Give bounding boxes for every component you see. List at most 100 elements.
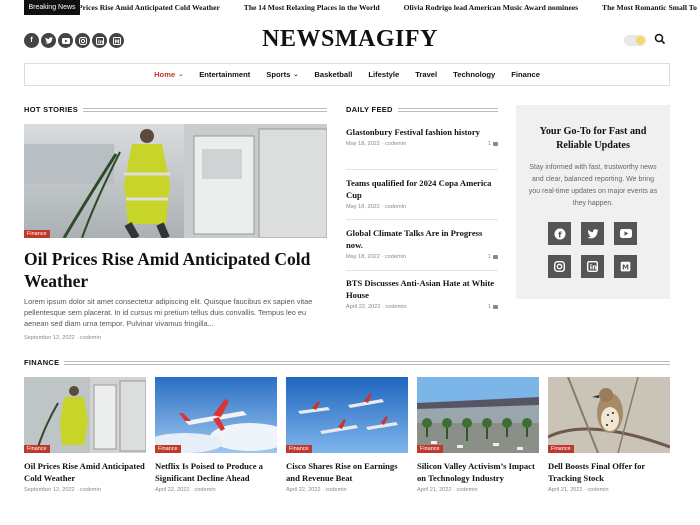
feed-item-meta: May 18, 2022 · codemin <box>346 204 407 210</box>
card-image[interactable]: Finance <box>548 377 670 453</box>
ticker-items: Oil Prices Rise Amid Anticipated Cold We… <box>66 0 700 15</box>
linkedin-icon[interactable]: in <box>581 255 604 278</box>
chevron-down-icon: ⌄ <box>178 72 184 78</box>
nav-item-travel[interactable]: Travel <box>415 70 437 79</box>
heading-rule <box>83 107 327 112</box>
nav-label: Sports <box>266 70 291 79</box>
divider <box>346 219 498 220</box>
nav-label: Lifestyle <box>368 70 400 79</box>
sidebar-social-links: f in M <box>548 222 638 278</box>
feed-item-title[interactable]: Glastonbury Festival fashion history <box>346 126 498 138</box>
category-badge[interactable]: Finance <box>155 445 181 453</box>
facebook-icon[interactable]: f <box>548 222 571 245</box>
section-title: DAILY FEED <box>346 105 393 114</box>
comment-icon <box>493 142 498 146</box>
nav-item-finance[interactable]: Finance <box>511 70 540 79</box>
category-badge[interactable]: Finance <box>286 445 312 453</box>
youtube-icon[interactable] <box>614 222 637 245</box>
hot-story-title[interactable]: Oil Prices Rise Amid Anticipated Cold We… <box>24 248 327 292</box>
nav-label: Entertainment <box>199 70 251 79</box>
heading-rule <box>397 107 498 112</box>
feed-item: Glastonbury Festival fashion history May… <box>346 126 498 147</box>
breaking-news-label: Breaking News <box>24 0 80 15</box>
nav-item-basketball[interactable]: Basketball <box>314 70 352 79</box>
feed-item-meta: April 22, 2022 · codemin <box>346 304 407 310</box>
card-meta: April 21, 2022 · codemin <box>417 487 478 493</box>
nav-label: Basketball <box>314 70 353 79</box>
nav-item-technology[interactable]: Technology <box>453 70 495 79</box>
card-meta: April 21, 2022 · codemin <box>548 487 609 493</box>
nav-item-entertainment[interactable]: Entertainment <box>199 70 250 79</box>
finance-card: Finance Cisco Shares Rise on Earnings an… <box>286 377 408 493</box>
category-badge[interactable]: Finance <box>417 445 443 453</box>
ticker-link[interactable]: Olivia Rodrigo lead American Music Award… <box>404 0 601 15</box>
feed-item: Global Climate Talks Are in Progress now… <box>346 227 498 260</box>
feed-item-meta: May 18, 2022 · codemin <box>346 254 407 260</box>
finance-card: Finance Oil Prices Rise Amid Anticipated… <box>24 377 146 493</box>
card-image[interactable]: Finance <box>24 377 146 453</box>
comment-number: 1 <box>487 254 491 260</box>
card-title[interactable]: Dell Boosts Final Offer for Tracking Sto… <box>548 461 670 484</box>
card-image[interactable]: Finance <box>155 377 277 453</box>
hot-story-image[interactable]: Finance <box>24 124 327 238</box>
nav-label: Home <box>154 70 176 79</box>
ticker-link[interactable]: The 14 Most Relaxing Places in the World <box>244 0 402 15</box>
svg-text:f: f <box>558 230 562 239</box>
card-title[interactable]: Netflix Is Poised to Produce a Significa… <box>155 461 277 484</box>
comment-count[interactable]: 1 <box>488 254 498 260</box>
comment-count[interactable]: 1 <box>488 304 498 310</box>
feed-item-title[interactable]: BTS Discusses Anti-Asian Hate at White H… <box>346 277 498 301</box>
twitter-icon[interactable] <box>581 222 604 245</box>
main-navigation: Home ⌄ Entertainment Sports ⌄ Basketball L… <box>24 63 670 86</box>
section-title: HOT STORIES <box>24 105 79 114</box>
search-icon[interactable] <box>654 33 666 45</box>
nav-item-home[interactable]: Home ⌄ <box>154 70 183 79</box>
card-meta: April 22, 2022 · codemin <box>155 487 216 493</box>
comment-number: 1 <box>487 141 491 147</box>
card-title[interactable]: Oil Prices Rise Amid Anticipated Cold We… <box>24 461 146 484</box>
sidebar-title: Your Go-To for Fast and Reliable Updates <box>539 126 647 151</box>
dark-mode-toggle[interactable] <box>624 35 646 46</box>
instagram-icon[interactable] <box>548 255 571 278</box>
finance-heading: FINANCE <box>24 358 670 367</box>
category-badge[interactable]: Finance <box>548 445 574 453</box>
hot-story-excerpt: Lorem ipsum dolor sit amet consectetur a… <box>24 297 313 328</box>
daily-feed-heading: DAILY FEED <box>346 105 498 114</box>
feed-item: BTS Discusses Anti-Asian Hate at White H… <box>346 277 498 310</box>
hot-stories-heading: HOT STORIES <box>24 105 327 114</box>
category-badge[interactable]: Finance <box>24 445 50 453</box>
sun-icon <box>636 36 645 45</box>
feed-item: Teams qualified for 2024 Copa America Cu… <box>346 177 498 210</box>
feed-item-title[interactable]: Teams qualified for 2024 Copa America Cu… <box>346 177 498 201</box>
hot-story-meta: September 12, 2022 · codemin <box>24 335 101 341</box>
card-image[interactable]: Finance <box>417 377 539 453</box>
sidebar-widget: Your Go-To for Fast and Reliable Updates… <box>516 105 670 299</box>
feed-item-title[interactable]: Global Climate Talks Are in Progress now… <box>346 227 498 251</box>
comment-count[interactable]: 1 <box>488 141 498 147</box>
card-title[interactable]: Cisco Shares Rise on Earnings and Revenu… <box>286 461 408 484</box>
ticker-link[interactable]: Oil Prices Rise Amid Anticipated Cold We… <box>66 0 242 15</box>
card-meta: September 12, 2022 · codemin <box>24 487 101 493</box>
category-badge[interactable]: Finance <box>24 230 50 238</box>
svg-text:M: M <box>622 264 629 272</box>
svg-text:in: in <box>590 264 597 272</box>
site-logo[interactable]: NEWSMAGIFY <box>0 26 700 53</box>
ticker-link[interactable]: The Most Romantic Small To <box>602 0 700 15</box>
card-image[interactable]: Finance <box>286 377 408 453</box>
nav-item-lifestyle[interactable]: Lifestyle <box>368 70 399 79</box>
card-title[interactable]: Silicon Valley Activism’s Impact on Tech… <box>417 461 539 484</box>
finance-card: Finance Netflix Is Poised to Produce a S… <box>155 377 277 493</box>
feed-item-meta: May 18, 2022 · codemin <box>346 141 407 147</box>
comment-number: 1 <box>487 304 491 310</box>
divider <box>346 270 498 271</box>
comment-icon <box>493 255 498 259</box>
medium-icon[interactable]: M <box>614 255 637 278</box>
card-meta: April 22, 2022 · codemin <box>286 487 347 493</box>
nav-label: Technology <box>453 70 496 79</box>
sidebar-text: Stay informed with fast, trustworthy new… <box>528 164 658 207</box>
nav-label: Travel <box>415 70 438 79</box>
nav-item-sports[interactable]: Sports ⌄ <box>266 70 298 79</box>
finance-card: Finance Dell Boosts Final Offer for Trac… <box>548 377 670 493</box>
finance-card: Finance Silicon Valley Activism’s Impact… <box>417 377 539 493</box>
heading-rule <box>64 360 670 365</box>
